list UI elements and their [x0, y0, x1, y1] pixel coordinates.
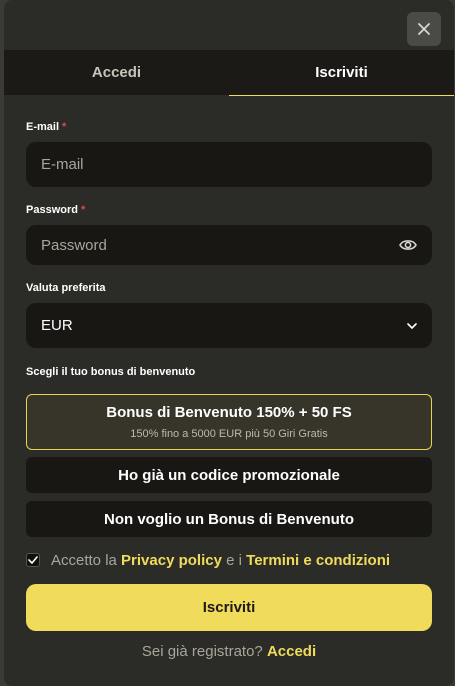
bonus-option-no-bonus[interactable]: Non voglio un Bonus di Benvenuto [26, 501, 432, 537]
email-label-text: E-mail [26, 121, 60, 133]
password-label: Password * [26, 204, 85, 216]
password-label-text: Password [26, 204, 78, 216]
currency-label: Valuta preferita [26, 282, 106, 294]
terms-prefix: Accetto la [51, 551, 117, 569]
terms-conditions-link[interactable]: Termini e condizioni [246, 552, 390, 569]
required-marker: * [62, 121, 67, 133]
terms-joiner: e i [226, 551, 242, 569]
register-modal: Accedi Iscriviti E-mail * E-mail Password… [4, 0, 454, 686]
password-placeholder: Password [41, 236, 107, 254]
login-prompt: Sei già registrato? Accedi [4, 643, 454, 660]
eye-icon[interactable] [399, 238, 417, 252]
password-field[interactable]: Password [26, 225, 432, 265]
privacy-policy-link[interactable]: Privacy policy [121, 552, 222, 569]
terms-checkbox[interactable] [26, 553, 40, 567]
auth-tabs: Accedi Iscriviti [4, 50, 454, 96]
currency-select[interactable]: EUR [26, 303, 432, 348]
terms-row: Accetto la Privacy policy e i Termini e … [26, 550, 390, 570]
register-submit-button[interactable]: Iscriviti [26, 584, 432, 631]
required-marker: * [80, 204, 86, 216]
tab-register[interactable]: Iscriviti [229, 50, 454, 96]
check-icon [28, 556, 38, 564]
email-placeholder: E-mail [41, 156, 84, 173]
email-field[interactable]: E-mail [26, 142, 432, 187]
bonus-option-promo-code[interactable]: Ho già un codice promozionale [26, 457, 432, 493]
chevron-down-icon [407, 322, 417, 329]
tab-login[interactable]: Accedi [4, 50, 229, 96]
bonus-option-title: Bonus di Benvenuto 150% + 50 FS [106, 404, 352, 421]
email-label: E-mail * [26, 121, 66, 133]
bonus-option-subtitle: 150% fino a 5000 EUR più 50 Giri Gratis [130, 428, 328, 440]
login-prompt-text: Sei già registrato? [141, 643, 263, 660]
bonus-option-title: Ho già un codice promozionale [118, 466, 340, 484]
bonus-label: Scegli il tuo bonus di benvenuto [26, 366, 196, 378]
login-link[interactable]: Accedi [267, 643, 316, 660]
currency-value: EUR [41, 317, 73, 334]
bonus-option-welcome[interactable]: Bonus di Benvenuto 150% + 50 FS 150% fin… [26, 394, 432, 450]
close-icon [418, 23, 430, 35]
bonus-option-title: Non voglio un Bonus di Benvenuto [104, 510, 354, 528]
close-button[interactable] [407, 12, 441, 46]
